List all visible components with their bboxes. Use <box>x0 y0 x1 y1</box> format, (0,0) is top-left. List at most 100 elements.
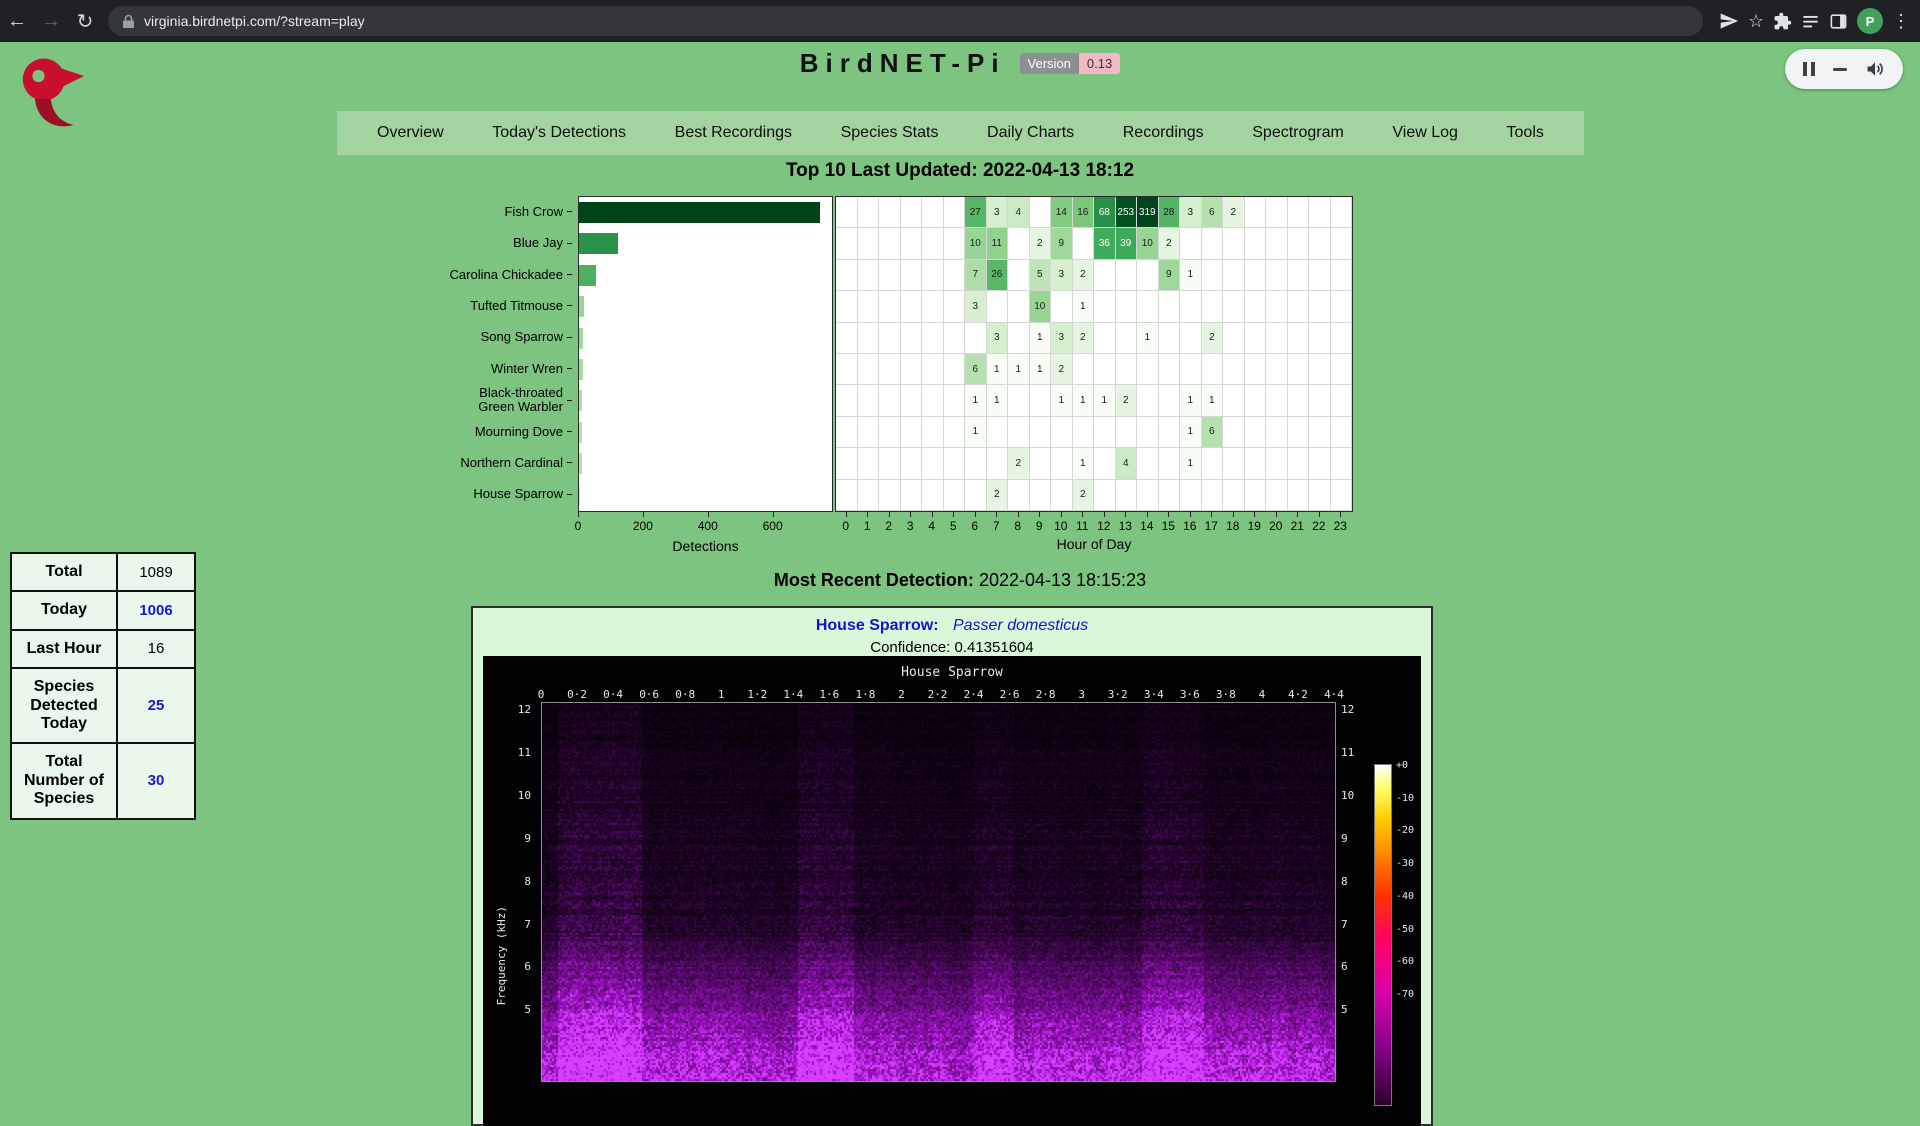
hour-tick-label: 22 <box>1312 519 1325 533</box>
hourly-heatmap: 2734141668253319283621011293639102726532… <box>835 196 1353 512</box>
pause-button[interactable] <box>1803 62 1815 76</box>
nav-item-best-recordings[interactable]: Best Recordings <box>675 124 792 142</box>
url-bar[interactable]: virginia.birdnetpi.com/?stream=play <box>108 6 1703 36</box>
nav-item-daily-charts[interactable]: Daily Charts <box>987 124 1074 142</box>
detections-bar <box>579 422 582 443</box>
nav-item-recordings[interactable]: Recordings <box>1123 124 1204 142</box>
heatmap-cell <box>1137 291 1159 322</box>
heatmap-cell <box>922 260 944 291</box>
heatmap-cell <box>1331 197 1353 228</box>
profile-avatar[interactable]: P <box>1857 8 1883 34</box>
colorbar-tick: -30 <box>1396 858 1414 869</box>
heatmap-cell <box>1266 260 1288 291</box>
heatmap-cell <box>1073 354 1095 385</box>
heatmap-cell: 1 <box>1094 385 1116 416</box>
heatmap-cell <box>858 385 880 416</box>
heatmap-cell <box>1008 480 1030 511</box>
nav-item-spectrogram[interactable]: Spectrogram <box>1252 124 1344 142</box>
spectrogram-time-tick: 0·2 <box>567 688 587 701</box>
bar-chart-x-label: Detections <box>578 538 833 554</box>
side-panel-icon[interactable] <box>1829 12 1848 31</box>
hour-tick-label: 12 <box>1097 519 1110 533</box>
heatmap-cell: 4 <box>1008 197 1030 228</box>
heatmap-cell <box>1245 228 1267 259</box>
species-label: Northern Cardinal <box>400 447 572 478</box>
heatmap-cell <box>944 448 966 479</box>
heatmap-cell <box>1288 448 1310 479</box>
heatmap-cell <box>879 385 901 416</box>
bookmark-star-icon[interactable]: ☆ <box>1748 12 1764 30</box>
spectrogram-colorbar <box>1374 764 1392 1106</box>
reading-list-icon[interactable] <box>1801 12 1820 31</box>
nav-item-today-s-detections[interactable]: Today's Detections <box>492 124 626 142</box>
hour-tick-mark <box>996 512 997 517</box>
forward-button[interactable]: → <box>34 10 68 33</box>
extensions-icon[interactable] <box>1773 12 1792 31</box>
heatmap-cell: 68 <box>1094 197 1116 228</box>
heatmap-cell <box>1309 354 1331 385</box>
heatmap-cell <box>879 197 901 228</box>
heatmap-cell <box>879 480 901 511</box>
volume-icon[interactable] <box>1865 59 1885 79</box>
heatmap-cell <box>1202 448 1224 479</box>
heatmap-cell: 253 <box>1116 197 1138 228</box>
hour-tick-mark <box>1168 512 1169 517</box>
heatmap-cell <box>836 385 858 416</box>
hour-tick-label: 4 <box>928 519 935 533</box>
spectrogram-image <box>542 703 1335 1081</box>
heatmap-cell <box>836 323 858 354</box>
heatmap-cell <box>1137 260 1159 291</box>
heatmap-cell: 36 <box>1094 228 1116 259</box>
heatmap-cell <box>1245 323 1267 354</box>
seek-bar[interactable] <box>1833 68 1847 71</box>
heatmap-cell: 319 <box>1137 197 1159 228</box>
heatmap-cell: 3 <box>1051 323 1073 354</box>
stats-value-link[interactable]: 30 <box>117 743 195 818</box>
hour-tick-mark <box>910 512 911 517</box>
heatmap-cell: 7 <box>965 260 987 291</box>
heatmap-cell <box>1116 417 1138 448</box>
heatmap-cell <box>922 448 944 479</box>
detections-bar <box>579 359 583 380</box>
nav-item-tools[interactable]: Tools <box>1507 124 1544 142</box>
heatmap-cell <box>1309 448 1331 479</box>
heatmap-cell <box>1266 385 1288 416</box>
hour-tick-label: 19 <box>1248 519 1261 533</box>
stats-value: 16 <box>117 630 195 668</box>
browser-menu-icon[interactable]: ⋮ <box>1892 12 1910 30</box>
detections-bar <box>579 453 582 474</box>
heatmap-cell <box>1180 323 1202 354</box>
hour-tick-mark <box>846 512 847 517</box>
heatmap-cell <box>1094 291 1116 322</box>
species-label-text: Mourning Dove <box>475 425 563 439</box>
heatmap-cell: 5 <box>1030 260 1052 291</box>
nav-item-species-stats[interactable]: Species Stats <box>841 124 939 142</box>
colorbar-tick: -20 <box>1396 825 1414 836</box>
heatmap-cell <box>1309 197 1331 228</box>
heatmap-cell <box>1116 354 1138 385</box>
hour-tick-mark <box>1018 512 1019 517</box>
x-tick-label: 200 <box>633 519 653 533</box>
heatmap-cell: 1 <box>1030 323 1052 354</box>
heatmap-cell <box>987 291 1009 322</box>
heatmap-cell <box>1051 417 1073 448</box>
back-button[interactable]: ← <box>0 10 34 33</box>
heatmap-cell <box>944 260 966 291</box>
reload-button[interactable]: ↻ <box>68 9 102 34</box>
heatmap-cell: 6 <box>1202 417 1224 448</box>
x-tick-mark <box>578 512 579 517</box>
hour-tick-mark <box>1340 512 1341 517</box>
stats-value-link[interactable]: 1006 <box>117 591 195 629</box>
heatmap-cell <box>944 354 966 385</box>
spectrogram-freq-tick: 10 <box>507 789 531 802</box>
heatmap-cell <box>1137 385 1159 416</box>
heatmap-cell <box>1159 323 1181 354</box>
heatmap-cell <box>879 260 901 291</box>
stats-value-link[interactable]: 25 <box>117 668 195 743</box>
heatmap-cell <box>1309 385 1331 416</box>
nav-item-overview[interactable]: Overview <box>377 124 444 142</box>
send-icon[interactable] <box>1719 11 1739 31</box>
nav-item-view-log[interactable]: View Log <box>1392 124 1458 142</box>
audio-player[interactable] <box>1785 49 1903 89</box>
hour-tick-label: 9 <box>1036 519 1043 533</box>
